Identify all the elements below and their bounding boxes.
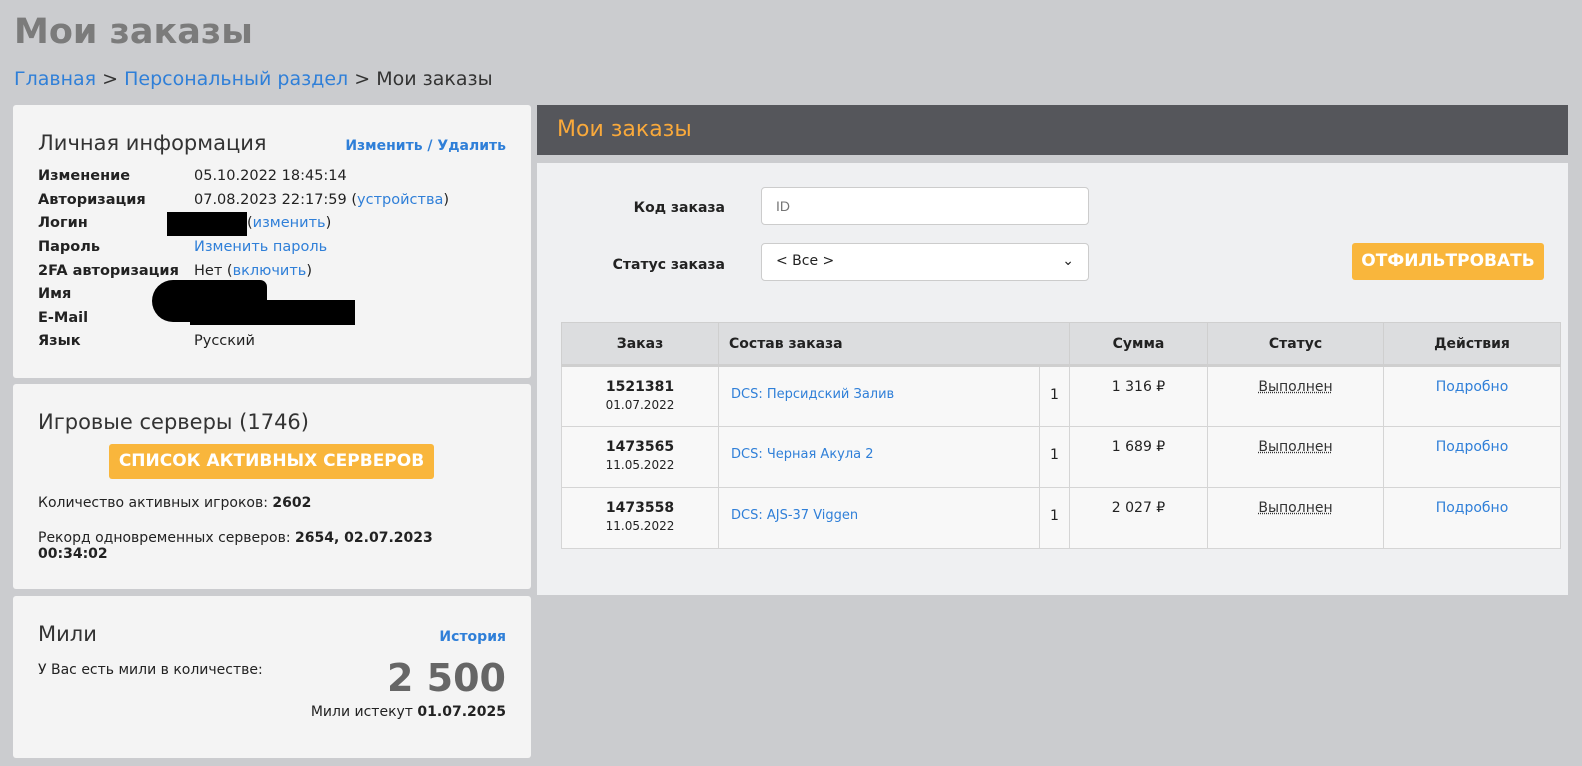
filter-button[interactable]: ОТФИЛЬТРОВАТЬ bbox=[1352, 243, 1544, 280]
change-login-link[interactable]: изменить bbox=[253, 215, 326, 231]
order-cell: 1473558 11.05.2022 bbox=[561, 487, 719, 549]
order-qty: 1 bbox=[1039, 487, 1070, 549]
order-status-select[interactable]: < Все > ⌄ bbox=[761, 243, 1089, 281]
field-label: Пароль bbox=[38, 239, 101, 255]
order-qty: 1 bbox=[1039, 426, 1070, 488]
personal-info-list: Изменение 05.10.2022 18:45:14 Авторизация… bbox=[38, 165, 506, 354]
order-item-link[interactable]: DCS: Персидский Залив bbox=[731, 387, 894, 402]
breadcrumb: Главная > Персональный раздел > Мои зака… bbox=[14, 68, 493, 90]
field-label: Авторизация bbox=[38, 191, 146, 208]
order-code-input[interactable] bbox=[761, 187, 1089, 225]
order-sum: 1 316 ₽ bbox=[1069, 365, 1208, 427]
enable-2fa-link[interactable]: включить bbox=[233, 263, 307, 279]
breadcrumb-sep: > bbox=[102, 68, 119, 90]
field-value: 05.10.2022 18:45:14 bbox=[194, 168, 347, 184]
order-details-link[interactable]: Подробно bbox=[1436, 500, 1509, 516]
order-date: 01.07.2022 bbox=[605, 398, 675, 412]
col-status: Статус bbox=[1207, 322, 1384, 367]
personal-info-card: Личная информация Изменить / Удалить Изм… bbox=[13, 105, 531, 378]
order-item-link[interactable]: DCS: Черная Акула 2 bbox=[731, 447, 874, 462]
miles-expire-date: 01.07.2025 bbox=[417, 704, 506, 720]
field-label: Изменение bbox=[38, 168, 131, 184]
order-details-link[interactable]: Подробно bbox=[1436, 379, 1509, 395]
order-code-label: Код заказа bbox=[633, 200, 725, 216]
edit-delete-link[interactable]: Изменить / Удалить bbox=[345, 138, 506, 154]
order-id: 1473558 bbox=[605, 500, 675, 516]
devices-link[interactable]: устройства bbox=[357, 192, 443, 208]
chevron-down-icon: ⌄ bbox=[1062, 253, 1074, 269]
miles-label: У Вас есть мили в количестве: bbox=[38, 662, 263, 678]
col-actions: Действия bbox=[1383, 322, 1561, 367]
order-item-link[interactable]: DCS: AJS-37 Viggen bbox=[731, 508, 858, 523]
order-status: Выполнен bbox=[1258, 439, 1333, 455]
orders-panel: Мои заказы Код заказа Статус заказа < Вс… bbox=[537, 105, 1568, 595]
orders-panel-title: Мои заказы bbox=[537, 105, 1568, 155]
order-cell: 1521381 01.07.2022 bbox=[561, 365, 719, 427]
order-details-link[interactable]: Подробно bbox=[1436, 439, 1509, 455]
orders-table: Заказ Состав заказа Сумма Статус Действи… bbox=[561, 322, 1561, 549]
order-id: 1521381 bbox=[605, 379, 675, 395]
order-status-label: Статус заказа bbox=[612, 257, 725, 273]
order-cell: 1473565 11.05.2022 bbox=[561, 426, 719, 488]
change-password-link[interactable]: Изменить пароль bbox=[194, 236, 327, 260]
miles-amount: 2 500 bbox=[387, 656, 506, 700]
personal-info-title: Личная информация bbox=[38, 131, 267, 155]
breadcrumb-home[interactable]: Главная bbox=[14, 68, 96, 90]
game-servers-card: Игровые серверы (1746) СПИСОК АКТИВНЫХ С… bbox=[13, 384, 531, 589]
active-servers-button[interactable]: СПИСОК АКТИВНЫХ СЕРВЕРОВ bbox=[109, 444, 434, 479]
table-row: 1473558 11.05.2022 DCS: AJS-37 Viggen 1 2… bbox=[561, 487, 1561, 549]
field-value: 07.08.2023 22:17:59 (устройства) bbox=[194, 191, 450, 208]
servers-title: Игровые серверы (1746) bbox=[38, 410, 309, 434]
redaction-mark bbox=[190, 300, 355, 325]
miles-history-link[interactable]: История bbox=[439, 629, 506, 645]
auth-time: 07.08.2023 22:17:59 bbox=[194, 191, 347, 208]
table-row: 1521381 01.07.2022 DCS: Персидский Залив … bbox=[561, 365, 1561, 427]
field-value: Русский bbox=[194, 333, 255, 349]
col-order: Заказ bbox=[561, 322, 719, 367]
page-title: Мои заказы bbox=[14, 12, 253, 52]
breadcrumb-sep: > bbox=[354, 68, 371, 90]
players-count: 2602 bbox=[272, 495, 312, 511]
breadcrumb-personal[interactable]: Персональный раздел bbox=[124, 68, 348, 90]
miles-expire-label: Мили истекут bbox=[310, 704, 413, 720]
col-contents: Состав заказа bbox=[718, 322, 1070, 367]
order-qty: 1 bbox=[1039, 365, 1070, 427]
twofa-status: Нет bbox=[194, 262, 223, 279]
field-label: Язык bbox=[38, 333, 81, 349]
redacted-login bbox=[167, 212, 247, 236]
orders-panel-body: Код заказа Статус заказа < Все > ⌄ ОТФИЛЬ… bbox=[537, 163, 1568, 595]
order-status: Выполнен bbox=[1258, 379, 1333, 395]
table-row: 1473565 11.05.2022 DCS: Черная Акула 2 1 … bbox=[561, 426, 1561, 488]
players-label: Количество активных игроков: bbox=[38, 495, 268, 511]
order-date: 11.05.2022 bbox=[605, 519, 675, 533]
order-id: 1473565 bbox=[605, 439, 675, 455]
order-sum: 1 689 ₽ bbox=[1069, 426, 1208, 488]
miles-title: Мили bbox=[38, 622, 97, 646]
order-date: 11.05.2022 bbox=[605, 458, 675, 472]
col-sum: Сумма bbox=[1069, 322, 1208, 367]
order-status: Выполнен bbox=[1258, 500, 1333, 516]
breadcrumb-current: Мои заказы bbox=[376, 68, 493, 90]
status-selected: < Все > bbox=[776, 253, 835, 269]
order-sum: 2 027 ₽ bbox=[1069, 487, 1208, 549]
record-label: Рекорд одновременных серверов: bbox=[38, 530, 291, 546]
miles-card: Мили История У Вас есть мили в количеств… bbox=[13, 596, 531, 758]
